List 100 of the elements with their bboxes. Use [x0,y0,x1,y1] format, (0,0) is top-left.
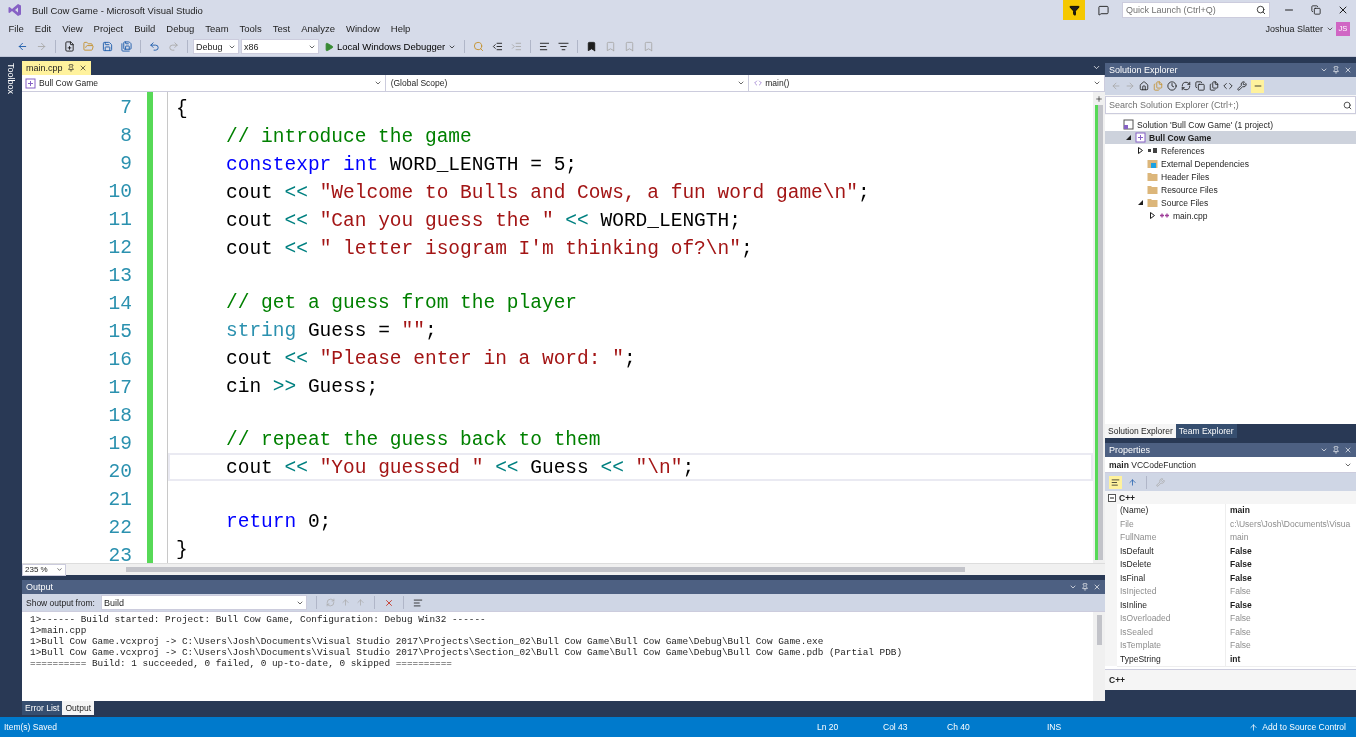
menu-item[interactable]: Team [199,23,235,34]
tree-item[interactable]: Bull Cow Game [1105,131,1356,144]
line-number: 20 [108,460,133,485]
line-number: 8 [120,124,133,149]
menu-item[interactable]: Tools [234,23,268,34]
pin-icon[interactable] [1332,66,1340,74]
tab-label[interactable]: main.cpp [26,63,63,73]
sync-icon[interactable] [1181,81,1191,91]
collapsed-arrow-icon[interactable] [1137,147,1144,154]
new-file-icon [64,41,75,52]
output-line: 1>Bull Cow Game.vcxproj -> C:\Users\Josh\Documents\Visual Studio 2017\Projects\Section_02\Bull Cow Game\Bull Cow Game\Debug\Bull Cow Game.pdb (Partial PDB) [30,647,904,658]
panel-tab[interactable]: Error List [22,701,63,715]
status-message: Item(s) Saved [4,722,58,732]
function-icon [754,79,763,87]
navigation-dropdown[interactable]: Bull Cow Game [22,75,386,91]
caret-icon [56,566,63,573]
close-icon[interactable] [78,64,87,72]
line-number: 10 [108,180,133,205]
code-line: { [175,97,189,122]
tree-item[interactable]: main.cpp [1105,209,1356,222]
code-icon[interactable] [1223,81,1233,91]
configuration-dropdown[interactable]: Debug [193,39,239,54]
logo-icon [8,3,22,17]
categorized-toggle[interactable] [1109,475,1122,489]
undo-icon [149,41,160,52]
clear-all-icon[interactable] [384,597,394,608]
expanded-arrow-icon[interactable] [1125,134,1132,141]
close-icon[interactable] [1344,66,1352,74]
toolbox-tab[interactable]: Toolbox [6,63,16,95]
menu-item[interactable]: File [3,23,30,34]
code-line: cout << "Please enter in a word: "; [225,346,637,372]
preview-toggle[interactable] [1251,79,1264,93]
user-name[interactable]: Joshua Slatter [1265,23,1323,34]
search-icon[interactable] [1343,100,1352,110]
tree-item[interactable]: Solution 'Bull Cow Game' (1 project) [1105,118,1356,131]
menu-item[interactable]: Analyze [295,23,341,34]
search-box[interactable]: Search Solution Explorer (Ctrl+;) [1105,96,1356,114]
horizontal-scrollbar[interactable] [126,567,965,572]
panel-tab[interactable]: Team Explorer [1175,424,1237,438]
line-number: 16 [108,348,133,373]
document-tab[interactable]: main.cpp [22,61,91,75]
menu-item[interactable]: Test [267,23,296,34]
arrow-right-icon [36,41,47,52]
tree-item[interactable]: External Dependencies [1105,157,1356,170]
menu-item[interactable]: Project [88,23,129,34]
property-pages-toggle[interactable] [1154,475,1167,489]
navigation-dropdown[interactable]: main() [751,75,1105,91]
platform-dropdown[interactable]: x86 [241,39,319,54]
collapse-box-icon[interactable] [1108,493,1116,502]
source-control-button[interactable]: Add to Source Control [1249,722,1356,732]
pin-icon[interactable] [1332,446,1340,454]
wrench-icon[interactable] [1237,81,1247,91]
navigation-dropdown[interactable]: (Global Scope) [387,75,750,91]
show-all-files-icon[interactable] [1209,81,1219,91]
menu-item[interactable]: Edit [29,23,57,34]
tree-item[interactable]: Source Files [1105,196,1356,209]
menu-item[interactable]: Debug [160,23,200,34]
code-line: cout << "Welcome to Bulls and Cows, a fun word game\n"; [225,181,871,206]
menu-item[interactable]: View [56,23,89,34]
word-wrap-icon[interactable] [413,597,423,608]
close-icon[interactable] [1344,446,1352,454]
tree-item[interactable]: Header Files [1105,170,1356,183]
vertical-scrollbar[interactable] [1093,92,1105,563]
column-indicator: Col 43 [883,722,909,732]
pin-icon[interactable] [1081,583,1089,591]
restore-icon [1311,5,1321,15]
tree-item[interactable]: References [1105,144,1356,157]
property-value: False [1226,571,1356,586]
quick-launch-field[interactable]: Quick Launch (Ctrl+Q) [1122,2,1270,18]
switch-views-icon[interactable] [1153,81,1163,91]
menu-item[interactable]: Window [340,23,386,34]
wrench-icon [1156,477,1165,487]
clock-icon[interactable] [1167,81,1177,91]
output-line: 1>main.cpp [30,625,88,636]
split-icon [1095,95,1103,103]
solution-icon [1123,119,1134,130]
panel-tab[interactable]: Output [62,701,94,715]
folder-icon [1147,171,1158,182]
home-icon[interactable] [1139,81,1149,91]
start-debugger-button[interactable]: Local Windows Debugger [321,41,460,52]
zoom-dropdown[interactable]: 235 % [22,563,66,576]
chat-icon [1098,4,1109,16]
vertical-scrollbar[interactable] [1093,612,1105,701]
expanded-arrow-icon[interactable] [1137,199,1144,206]
object-dropdown[interactable]: main VCCodeFunction [1105,457,1356,473]
collapse-all-icon[interactable] [1195,81,1205,91]
line-number: 21 [108,488,133,513]
indent-icon [511,41,523,52]
lines-icon [1111,477,1120,487]
menu-item[interactable]: Build [128,23,161,34]
filter-button[interactable] [1063,0,1085,20]
search-icon [1256,5,1266,15]
menu-item[interactable]: Help [385,23,416,34]
close-icon[interactable] [1093,583,1101,591]
pin-icon[interactable] [66,64,75,72]
panel-tab[interactable]: Solution Explorer [1105,424,1176,438]
output-source-label: Show output from: [26,597,95,608]
output-source-dropdown[interactable]: Build [101,595,307,610]
collapsed-arrow-icon[interactable] [1149,212,1156,219]
tree-item[interactable]: Resource Files [1105,183,1356,196]
